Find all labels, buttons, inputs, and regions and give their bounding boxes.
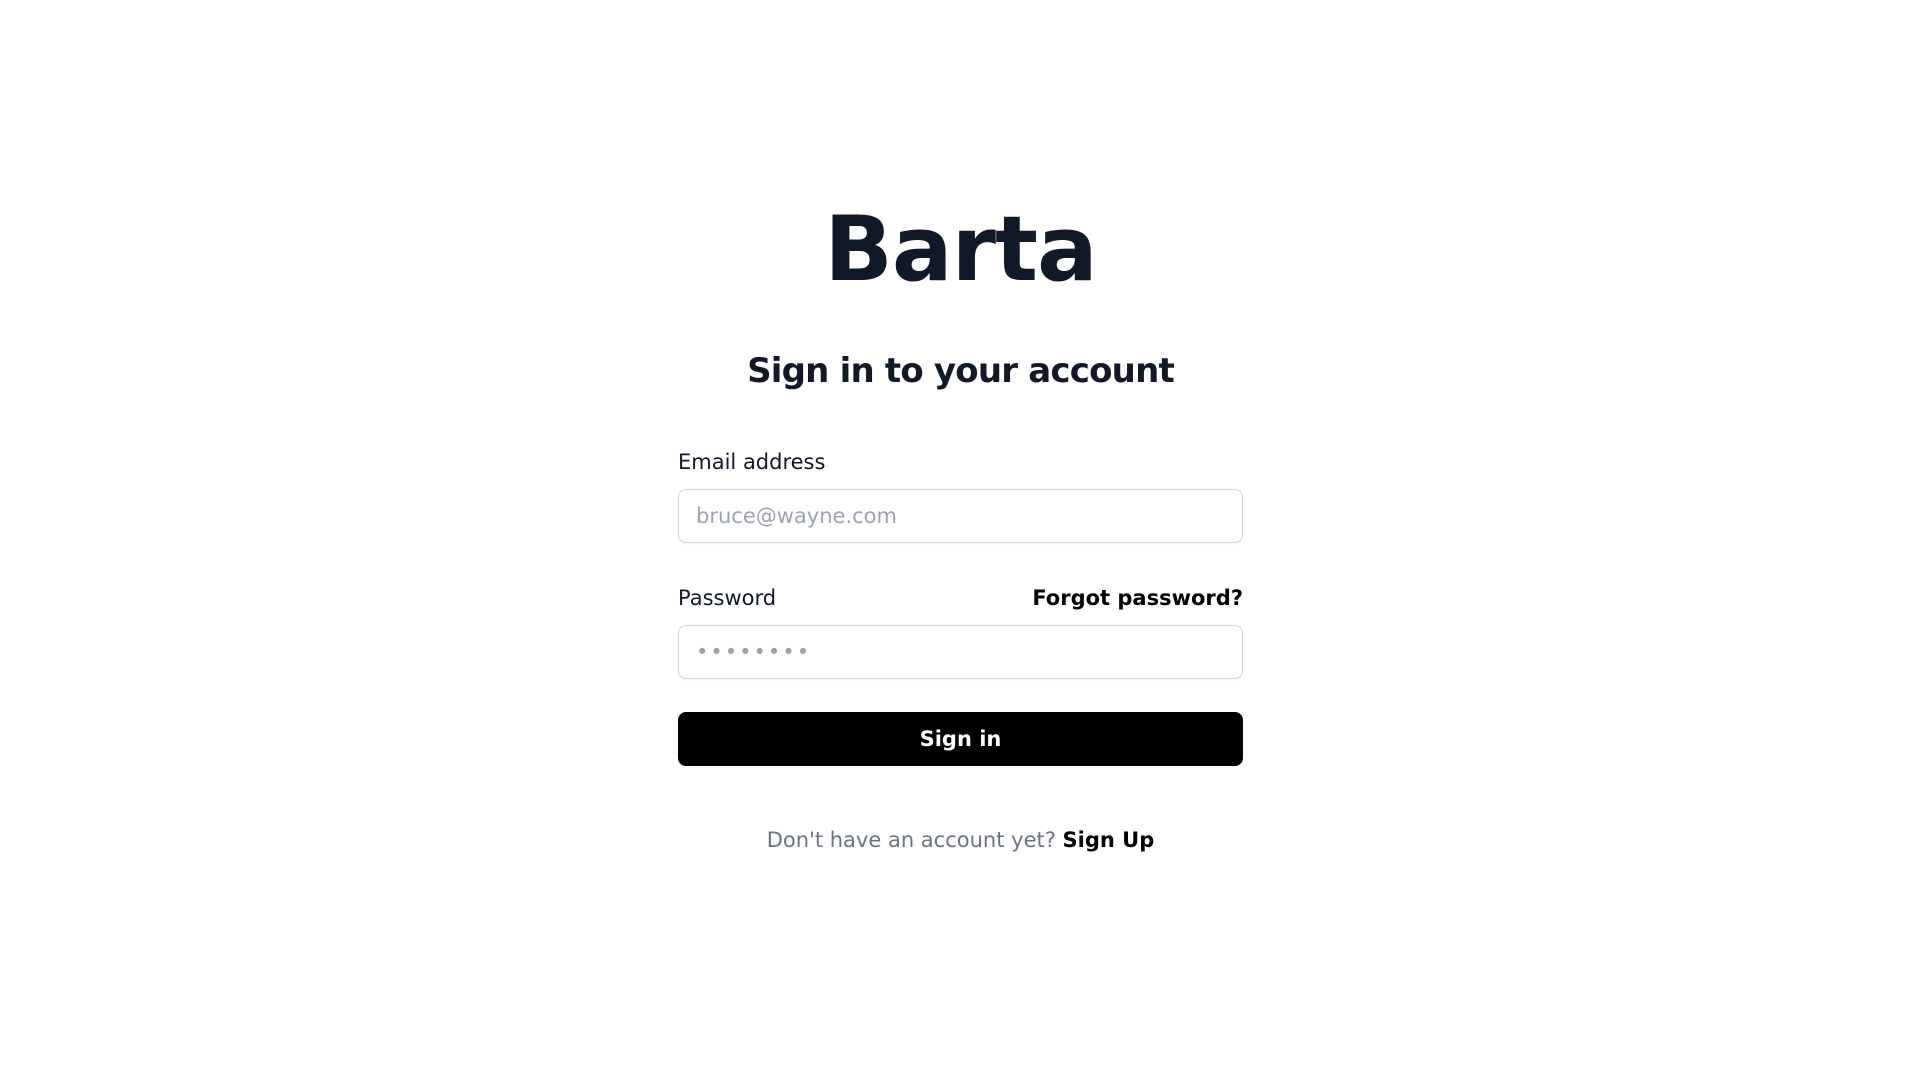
app-logo: Barta (824, 197, 1097, 302)
login-container: Barta Sign in to your account Email addr… (678, 195, 1243, 852)
password-field[interactable] (678, 625, 1243, 679)
sign-up-link[interactable]: Sign Up (1063, 828, 1155, 852)
password-label-row: Password Forgot password? (678, 583, 1243, 613)
sign-in-button[interactable]: Sign in (678, 712, 1243, 766)
login-page: Barta Sign in to your account Email addr… (0, 0, 1920, 1080)
signup-prompt-row: Don't have an account yet? Sign Up (678, 828, 1243, 852)
email-label: Email address (678, 450, 826, 474)
login-form: Email address Password Forgot password? … (678, 447, 1243, 766)
email-field[interactable] (678, 489, 1243, 543)
signup-prompt: Don't have an account yet? (766, 828, 1063, 852)
page-title: Sign in to your account (747, 351, 1175, 391)
forgot-password-link[interactable]: Forgot password? (1032, 586, 1243, 610)
password-label: Password (678, 586, 777, 610)
email-label-row: Email address (678, 447, 1243, 477)
